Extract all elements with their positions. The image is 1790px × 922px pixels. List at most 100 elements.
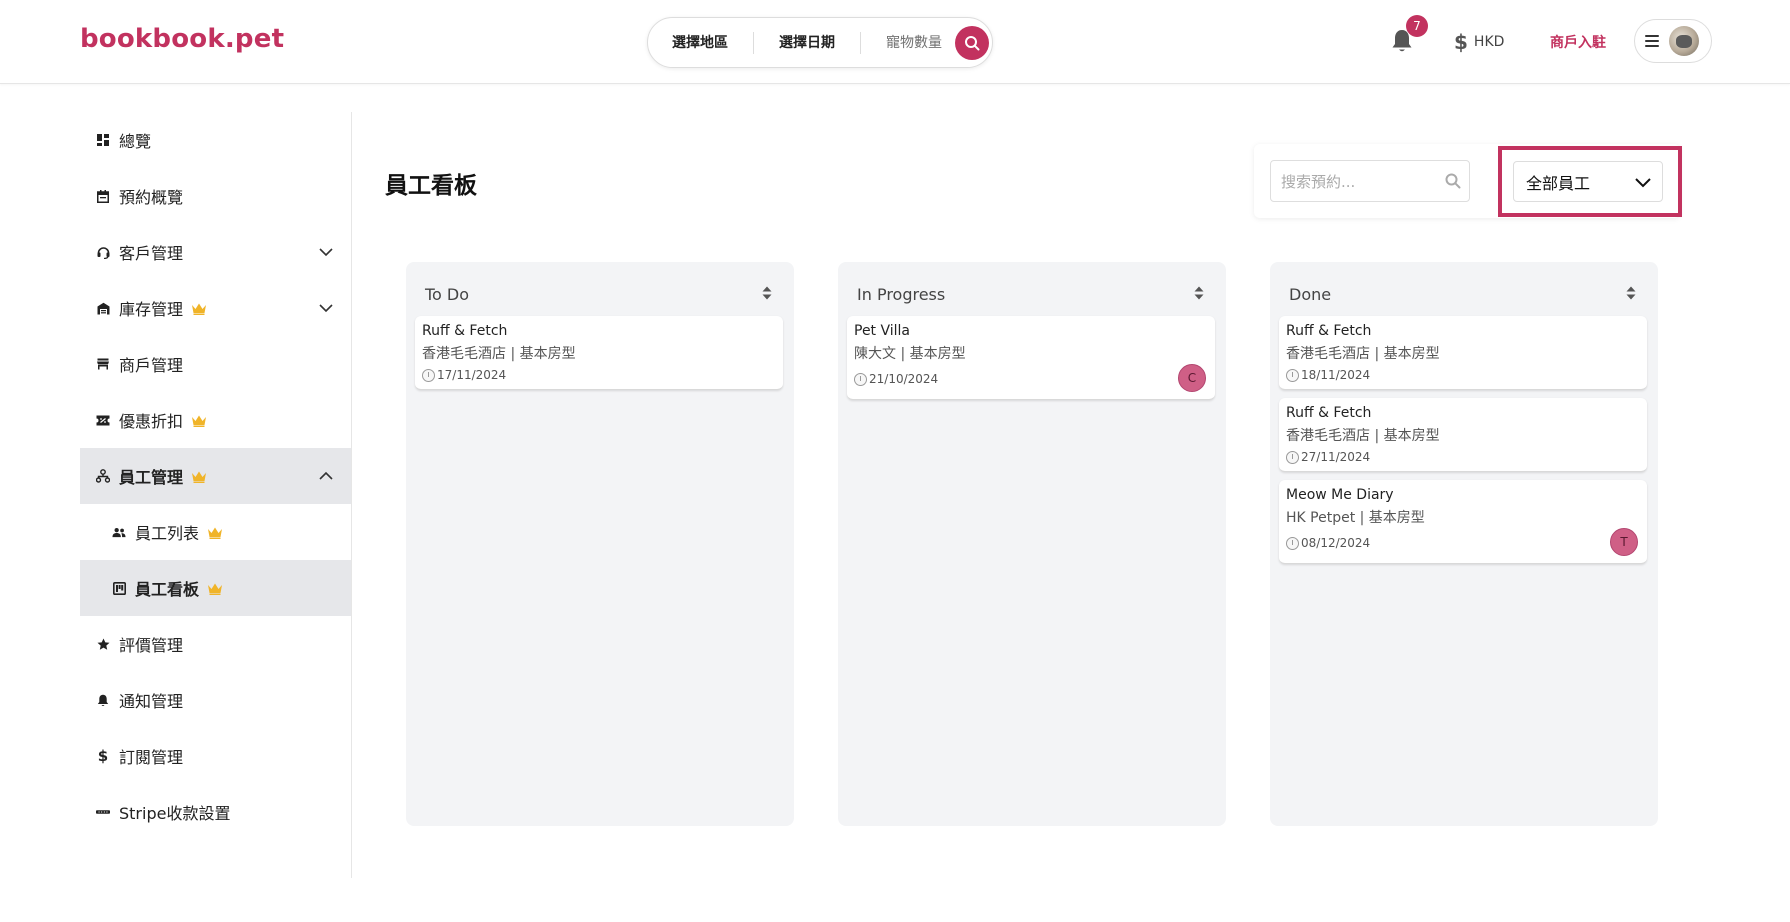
assignee-avatar[interactable]: T [1610, 528, 1638, 556]
sort-icon[interactable] [1194, 286, 1204, 300]
search-bar[interactable]: 選擇地區 選擇日期 寵物數量 [647, 17, 993, 68]
currency-label: HKD [1473, 34, 1505, 50]
card-detail: 香港毛毛酒店 | 基本房型 [1286, 428, 1440, 444]
booking-card[interactable]: Ruff & Fetch 香港毛毛酒店 | 基本房型 17/11/2024 [415, 316, 783, 390]
sidebar-item-label: 訂閱管理 [119, 748, 184, 767]
booking-card[interactable]: Pet Villa 陳大文 | 基本房型 21/10/2024 C [847, 316, 1215, 400]
card-detail: 陳大文 | 基本房型 [854, 346, 966, 362]
card-merchant-name: Ruff & Fetch [422, 323, 508, 339]
column-title: In Progress [857, 285, 946, 304]
avatar [1669, 26, 1699, 56]
hamburger-menu-icon [1645, 35, 1659, 47]
card-date: 18/11/2024 [1286, 368, 1370, 382]
sidebar-item-label: 預約概覽 [119, 188, 184, 207]
premium-crown-icon [208, 527, 223, 539]
sidebar-item-discounts[interactable]: 優惠折扣 [80, 392, 351, 448]
staff-filter-value: 全部員工 [1526, 173, 1591, 193]
sidebar-item-staff[interactable]: 員工管理 [80, 448, 351, 504]
warehouse-icon [96, 301, 110, 315]
sidebar-item-label: 評價管理 [119, 636, 184, 655]
sidebar-item-customers[interactable]: 客戶管理 [80, 224, 351, 280]
sidebar-item-merchant[interactable]: 商戶管理 [80, 336, 351, 392]
star-icon [96, 637, 110, 651]
logo[interactable]: bookbook.pet [80, 24, 284, 54]
sidebar: 總覽 預約概覽 客戶管理 庫存管理 商戶管理 優惠折扣 員工管理 員工列表 員工… [80, 112, 352, 878]
booking-search-input[interactable]: 搜索預約... [1270, 160, 1470, 202]
sidebar-item-staff-list[interactable]: 員工列表 [80, 504, 351, 560]
pet-count-selector[interactable]: 寵物數量 [861, 32, 954, 54]
chevron-down-icon [319, 248, 333, 257]
premium-crown-icon [192, 303, 207, 315]
sort-icon[interactable] [1626, 286, 1636, 300]
sidebar-item-bookings-overview[interactable]: 預約概覽 [80, 168, 351, 224]
user-menu-button[interactable] [1634, 19, 1712, 63]
card-date-text: 08/12/2024 [1301, 536, 1371, 550]
booking-card[interactable]: Ruff & Fetch 香港毛毛酒店 | 基本房型 18/11/2024 [1279, 316, 1647, 390]
card-date: 08/12/2024 [1286, 536, 1370, 550]
dollar-icon: $ [1454, 30, 1468, 54]
search-button[interactable] [955, 25, 989, 60]
clock-icon [422, 368, 435, 382]
notification-badge: 7 [1406, 15, 1428, 37]
search-icon [965, 35, 980, 50]
sidebar-item-label: 員工看板 [135, 580, 200, 599]
sidebar-item-label: 客戶管理 [119, 244, 184, 263]
chevron-down-icon [319, 304, 333, 313]
card-date: 21/10/2024 [854, 372, 938, 386]
card-detail: 香港毛毛酒店 | 基本房型 [1286, 346, 1440, 362]
sidebar-item-stripe[interactable]: Stripe收款設置 [80, 784, 351, 840]
booking-card[interactable]: Meow Me Diary HK Petpet | 基本房型 08/12/202… [1279, 480, 1647, 564]
top-navbar: bookbook.pet 選擇地區 選擇日期 寵物數量 7 $ HKD 商戶入駐 [0, 0, 1790, 84]
sidebar-item-overview[interactable]: 總覽 [80, 112, 351, 168]
kanban-column-done: Done Ruff & Fetch 香港毛毛酒店 | 基本房型 18/11/20… [1270, 262, 1658, 826]
merchant-signup-link[interactable]: 商戶入駐 [1550, 32, 1606, 52]
column-title: Done [1289, 285, 1332, 304]
sidebar-item-reviews[interactable]: 評價管理 [80, 616, 351, 672]
card-date-text: 27/11/2024 [1301, 450, 1371, 464]
date-selector[interactable]: 選擇日期 [754, 32, 860, 54]
clock-icon [1286, 368, 1299, 382]
card-date-text: 18/11/2024 [1301, 368, 1371, 382]
booking-card[interactable]: Ruff & Fetch 香港毛毛酒店 | 基本房型 27/11/2024 [1279, 398, 1647, 472]
premium-crown-icon [192, 471, 207, 483]
store-icon [96, 357, 110, 371]
people-icon [112, 525, 126, 539]
sidebar-item-label: 員工列表 [135, 524, 200, 543]
sort-icon[interactable] [762, 286, 772, 300]
column-title: To Do [425, 285, 470, 304]
coupon-icon [96, 413, 110, 427]
page-title: 員工看板 [385, 173, 477, 199]
search-icon [1445, 173, 1461, 189]
card-merchant-name: Ruff & Fetch [1286, 323, 1372, 339]
bell-icon [96, 693, 110, 707]
sidebar-item-inventory[interactable]: 庫存管理 [80, 280, 351, 336]
sidebar-item-staff-kanban[interactable]: 員工看板 [80, 560, 351, 616]
premium-crown-icon [192, 415, 207, 427]
clock-icon [1286, 450, 1299, 464]
staff-filter-select[interactable]: 全部員工 [1513, 161, 1663, 202]
calendar-icon [96, 189, 110, 203]
sidebar-item-label: 庫存管理 [119, 300, 184, 319]
sidebar-item-subscriptions[interactable]: $ 訂閱管理 [80, 728, 351, 784]
kanban-column-todo: To Do Ruff & Fetch 香港毛毛酒店 | 基本房型 17/11/2… [406, 262, 794, 826]
sidebar-item-label: 優惠折扣 [119, 412, 184, 431]
clock-icon [854, 372, 867, 386]
sidebar-item-notifications[interactable]: 通知管理 [80, 672, 351, 728]
headset-icon [96, 245, 110, 259]
clock-icon [1286, 536, 1299, 550]
card-date-text: 21/10/2024 [869, 372, 939, 386]
sidebar-item-label: 總覽 [119, 132, 152, 151]
card-merchant-name: Meow Me Diary [1286, 487, 1394, 503]
card-date: 17/11/2024 [422, 368, 506, 382]
card-merchant-name: Ruff & Fetch [1286, 405, 1372, 421]
stripe-icon [96, 805, 110, 819]
sidebar-item-label: 員工管理 [119, 468, 184, 487]
sidebar-item-label: 通知管理 [119, 692, 184, 711]
premium-crown-icon [208, 583, 223, 595]
chevron-down-icon [1635, 178, 1651, 188]
card-merchant-name: Pet Villa [854, 323, 911, 339]
currency-selector[interactable]: $ HKD [1454, 30, 1504, 54]
org-chart-icon [96, 469, 110, 483]
region-selector[interactable]: 選擇地區 [648, 32, 753, 54]
assignee-avatar[interactable]: C [1178, 364, 1206, 392]
